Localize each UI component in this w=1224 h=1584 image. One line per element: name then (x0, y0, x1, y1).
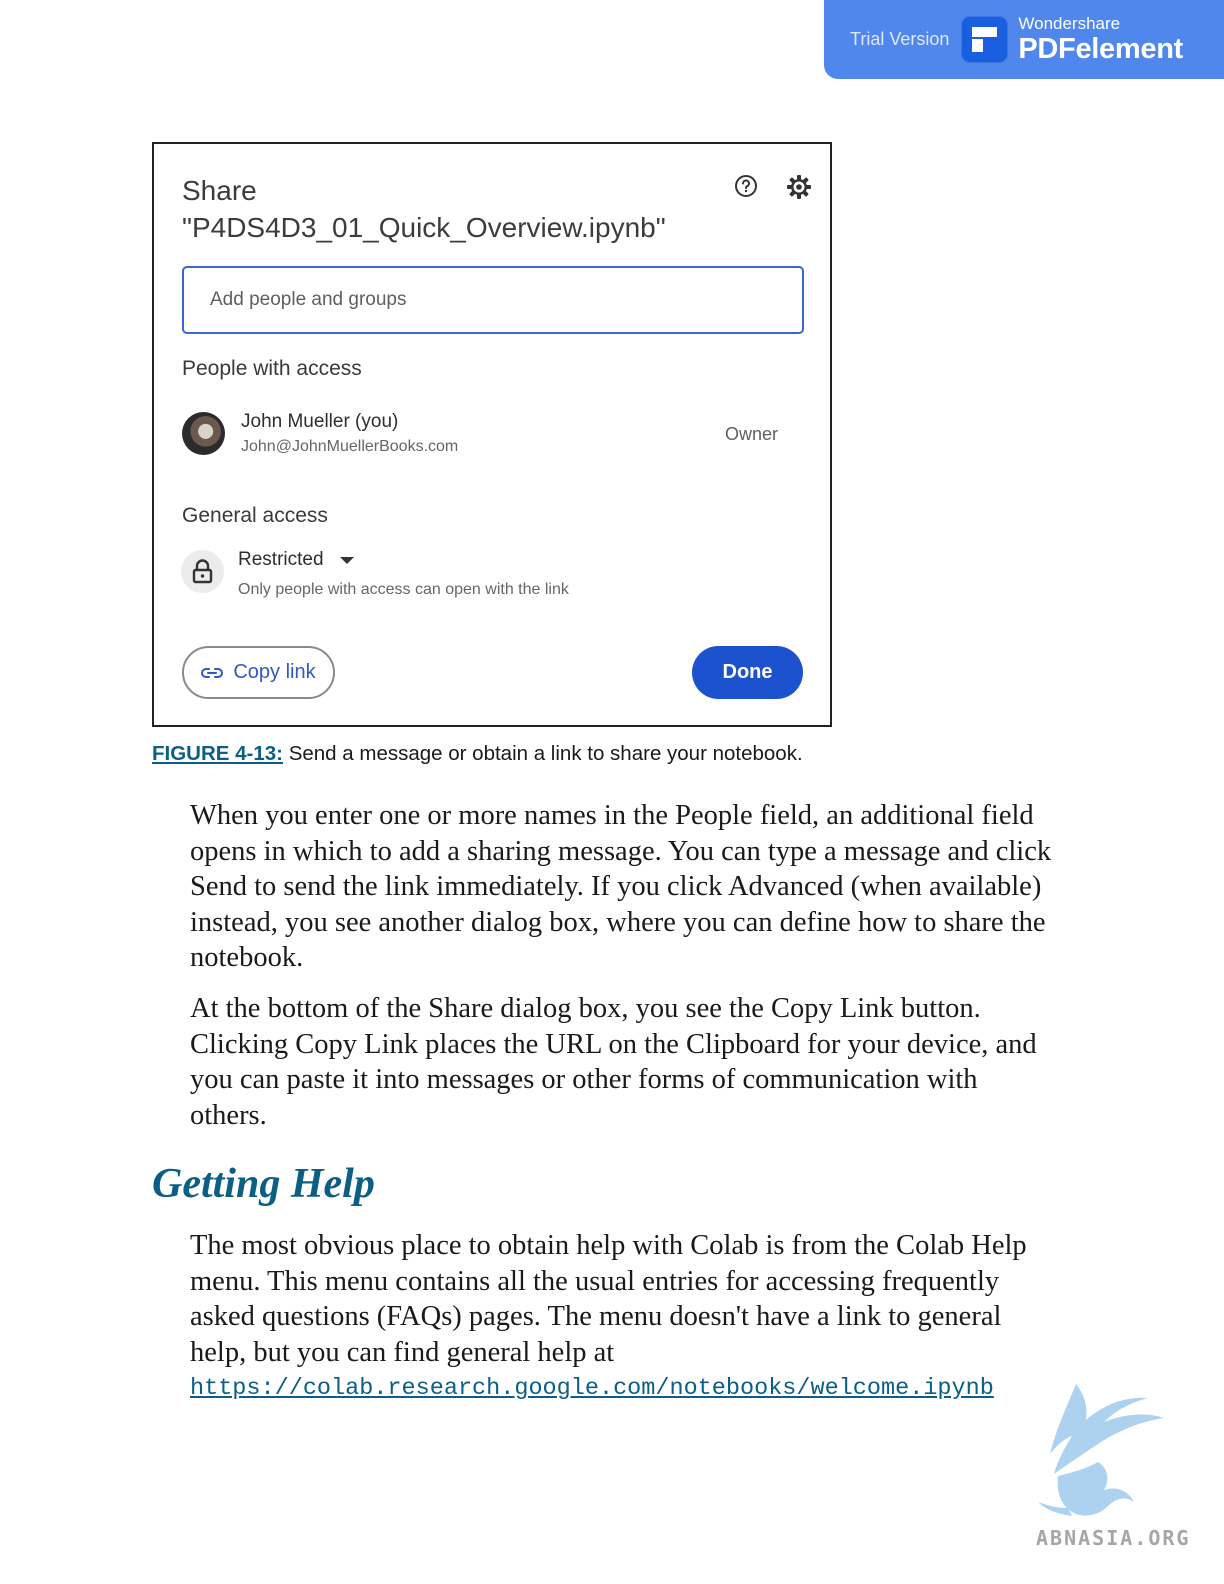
copy-link-button[interactable]: Copy link (182, 646, 335, 699)
access-level-dropdown[interactable]: Restricted (238, 549, 354, 571)
trial-banner[interactable]: Trial Version Wondershare PDFelement (824, 0, 1224, 79)
dialog-title-filename: "P4DS4D3_01_Quick_Overview.ipynb" (182, 212, 666, 243)
role-label: Owner (725, 424, 779, 444)
figure-label-link[interactable]: FIGURE 4-13: (152, 742, 283, 765)
person-email: John@JohnMuellerBooks.com (241, 438, 459, 455)
person-name: John Mueller (you) (241, 411, 399, 432)
help-icon[interactable] (734, 174, 758, 198)
griffin-watermark-icon (1038, 1384, 1164, 1516)
lock-icon (181, 550, 224, 593)
add-people-input[interactable] (182, 266, 804, 334)
dialog-title: Share "P4DS4D3_01_Quick_Overview.ipynb" (182, 172, 666, 246)
brand-wordmark: Wondershare PDFelement (1018, 15, 1183, 64)
link-icon (201, 667, 224, 678)
caption-text: Send a message or obtain a link to share… (283, 742, 803, 765)
general-access-heading: General access (182, 504, 328, 527)
body-paragraph-1: When you enter one or more names in the … (190, 800, 1052, 974)
trial-version-label: Trial Version (850, 29, 950, 49)
done-button[interactable]: Done (692, 646, 803, 699)
watermark-text: ABNASIA.ORG (1036, 1526, 1191, 1550)
access-level-label: Restricted (238, 549, 324, 570)
body-paragraph-3: The most obvious place to obtain help wi… (190, 1230, 1027, 1368)
people-with-access-heading: People with access (182, 357, 362, 380)
brand-small: Wondershare (1018, 14, 1121, 33)
colab-welcome-link[interactable]: https://colab.research.google.com/notebo… (190, 1375, 994, 1402)
body-paragraph-2: At the bottom of the Share dialog box, y… (190, 993, 1037, 1131)
chevron-down-icon (339, 556, 354, 564)
access-description: Only people with access can open with th… (238, 581, 569, 598)
figure-caption: FIGURE 4-13: Send a message or obtain a … (152, 742, 803, 766)
pdfelement-logo-icon (961, 16, 1009, 63)
avatar (182, 412, 225, 455)
brand-big: PDFelement (1018, 33, 1183, 65)
copy-link-label: Copy link (233, 661, 316, 683)
gear-icon[interactable] (786, 174, 812, 200)
dialog-title-share: Share (182, 175, 257, 206)
section-heading: Getting Help (152, 1161, 375, 1207)
share-dialog-figure: Share "P4DS4D3_01_Quick_Overview.ipynb" … (152, 142, 832, 727)
